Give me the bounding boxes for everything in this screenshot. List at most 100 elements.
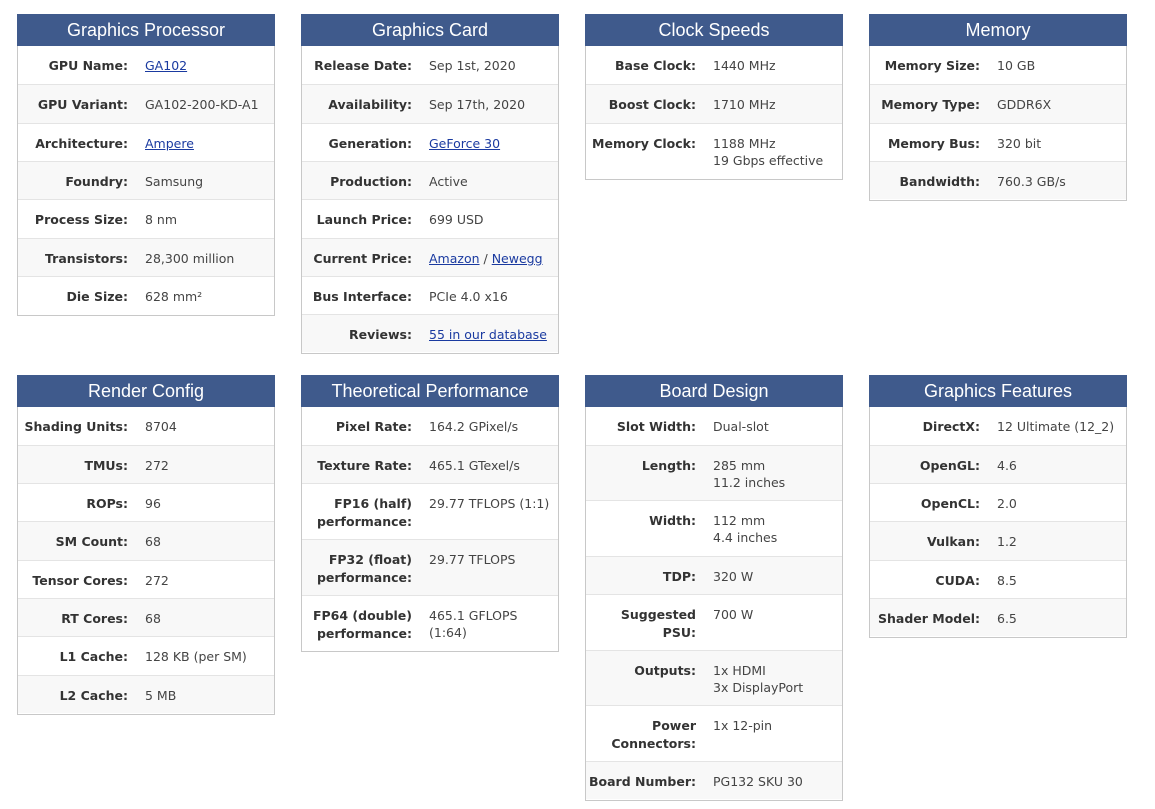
row-label: Pixel Rate: bbox=[335, 419, 412, 434]
row-value: 1.2 bbox=[997, 534, 1017, 549]
table-row: L1 Cache: 128 KB (per SM) bbox=[18, 636, 274, 675]
table-row: Foundry: Samsung bbox=[18, 161, 274, 199]
amazon-link[interactable]: Amazon bbox=[429, 251, 480, 266]
panel-title: Graphics Card bbox=[301, 14, 559, 46]
table-row: Bandwidth: 760.3 GB/s bbox=[870, 161, 1126, 199]
table-row: OpenCL: 2.0 bbox=[870, 483, 1126, 521]
row-label: FP32 (float) performance: bbox=[302, 540, 412, 595]
value-line: (1:64) bbox=[429, 625, 467, 640]
row-value: Dual-slot bbox=[713, 419, 769, 434]
row-value: Sep 1st, 2020 bbox=[429, 58, 516, 73]
row-label: Bandwidth: bbox=[899, 174, 980, 189]
label-line: FP16 (half) bbox=[334, 496, 412, 511]
table-row: GPU Variant: GA102-200-KD-A1 bbox=[18, 84, 274, 123]
table-row: Vulkan: 1.2 bbox=[870, 521, 1126, 560]
table-row: FP64 (double) performance: 465.1 GFLOPS … bbox=[302, 595, 558, 650]
row-label: Texture Rate: bbox=[317, 458, 412, 473]
row-value: 4.6 bbox=[997, 458, 1017, 473]
reviews-link[interactable]: 55 in our database bbox=[429, 327, 547, 342]
row-value: Sep 17th, 2020 bbox=[429, 97, 526, 112]
row-value: 2.0 bbox=[997, 496, 1017, 511]
panel-title: Clock Speeds bbox=[585, 14, 843, 46]
value-line: 11.2 inches bbox=[713, 475, 786, 490]
row-value: 272 bbox=[145, 573, 169, 588]
table-row: TDP: 320 W bbox=[586, 556, 842, 594]
row-label: Outputs: bbox=[634, 663, 696, 678]
row-label: Suggested PSU: bbox=[586, 595, 696, 650]
row-value: 12 Ultimate (12_2) bbox=[997, 419, 1115, 434]
value-line: 285 mm bbox=[713, 458, 766, 473]
render-config-panel: Render Config Shading Units: 8704 TMUs: … bbox=[17, 375, 275, 715]
table-row: Outputs: 1x HDMI 3x DisplayPort bbox=[586, 650, 842, 705]
table-row: Memory Size: 10 GB bbox=[870, 46, 1126, 84]
row-label: Width: bbox=[649, 513, 696, 528]
table-row: Width: 112 mm 4.4 inches bbox=[586, 500, 842, 556]
gpu-name-link[interactable]: GA102 bbox=[145, 58, 187, 73]
architecture-link[interactable]: Ampere bbox=[145, 136, 194, 151]
row-label: TMUs: bbox=[84, 458, 128, 473]
panel-title: Graphics Features bbox=[869, 375, 1127, 407]
row-value: 1710 MHz bbox=[713, 97, 776, 112]
row-label: Current Price: bbox=[313, 251, 412, 266]
generation-link[interactable]: GeForce 30 bbox=[429, 136, 500, 151]
table-row: Launch Price: 699 USD bbox=[302, 199, 558, 238]
row-value: PCIe 4.0 x16 bbox=[429, 289, 508, 304]
row-value: Active bbox=[429, 174, 468, 189]
panel-title: Render Config bbox=[17, 375, 275, 407]
row-value: Ampere bbox=[128, 124, 194, 161]
board-design-panel: Board Design Slot Width: Dual-slot Lengt… bbox=[585, 375, 843, 801]
table-row: CUDA: 8.5 bbox=[870, 560, 1126, 598]
panel-title: Board Design bbox=[585, 375, 843, 407]
table-row: Memory Clock: 1188 MHz 19 Gbps effective bbox=[586, 123, 842, 179]
row-label: Reviews: bbox=[348, 327, 412, 342]
row-label: SM Count: bbox=[55, 534, 128, 549]
row-label: FP16 (half) performance: bbox=[302, 484, 412, 539]
row-value: GA102 bbox=[128, 46, 187, 84]
table-row: SM Count: 68 bbox=[18, 521, 274, 560]
row-value: 272 bbox=[145, 458, 169, 473]
row-label: L1 Cache: bbox=[59, 649, 128, 664]
table-row: Architecture: Ampere bbox=[18, 123, 274, 161]
value-line: 1188 MHz bbox=[713, 136, 776, 151]
row-value: PG132 SKU 30 bbox=[713, 774, 803, 789]
label-line: FP64 (double) bbox=[312, 608, 412, 623]
row-value: 628 mm² bbox=[145, 289, 203, 304]
row-value: GeForce 30 bbox=[412, 124, 500, 161]
row-value: 29.77 TFLOPS (1:1) bbox=[429, 496, 550, 511]
row-label: Shader Model: bbox=[877, 611, 980, 626]
value-line: 1x HDMI bbox=[713, 663, 766, 678]
row-label: Power Connectors: bbox=[586, 706, 696, 761]
label-line: FP32 (float) bbox=[328, 552, 412, 567]
row-label: GPU Name: bbox=[48, 58, 128, 73]
newegg-link[interactable]: Newegg bbox=[492, 251, 543, 266]
table-row: Tensor Cores: 272 bbox=[18, 560, 274, 598]
row-value: GDDR6X bbox=[997, 97, 1052, 112]
row-label: L2 Cache: bbox=[59, 688, 128, 703]
row-label: Release Date: bbox=[314, 58, 412, 73]
row-value: 465.1 GTexel/s bbox=[429, 458, 520, 473]
row-value: 128 KB (per SM) bbox=[145, 649, 247, 664]
row-label: Memory Clock: bbox=[592, 136, 696, 151]
row-label: Base Clock: bbox=[615, 58, 696, 73]
label-line: Suggested bbox=[620, 607, 696, 622]
value-line: 465.1 GFLOPS bbox=[429, 608, 518, 623]
row-value: 1x 12-pin bbox=[713, 718, 773, 733]
row-label: Generation: bbox=[328, 136, 412, 151]
table-row: Memory Type: GDDR6X bbox=[870, 84, 1126, 123]
row-label: Foundry: bbox=[65, 174, 128, 189]
row-value: 320 W bbox=[713, 569, 754, 584]
row-label: Length: bbox=[641, 458, 696, 473]
row-label: RT Cores: bbox=[61, 611, 128, 626]
table-row: Reviews: 55 in our database bbox=[302, 314, 558, 352]
row-label: Slot Width: bbox=[616, 419, 696, 434]
table-row: Memory Bus: 320 bit bbox=[870, 123, 1126, 161]
graphics-card-panel: Graphics Card Release Date: Sep 1st, 202… bbox=[301, 14, 559, 354]
row-label: Process Size: bbox=[34, 212, 128, 227]
table-row: Generation: GeForce 30 bbox=[302, 123, 558, 161]
row-label: Production: bbox=[330, 174, 412, 189]
row-label: Launch Price: bbox=[316, 212, 412, 227]
row-value: 68 bbox=[145, 611, 161, 626]
gpu-specs-page: Graphics Processor GPU Name: GA102 GPU V… bbox=[0, 0, 1155, 809]
label-line: performance: bbox=[316, 514, 412, 529]
row-label: Memory Type: bbox=[881, 97, 980, 112]
